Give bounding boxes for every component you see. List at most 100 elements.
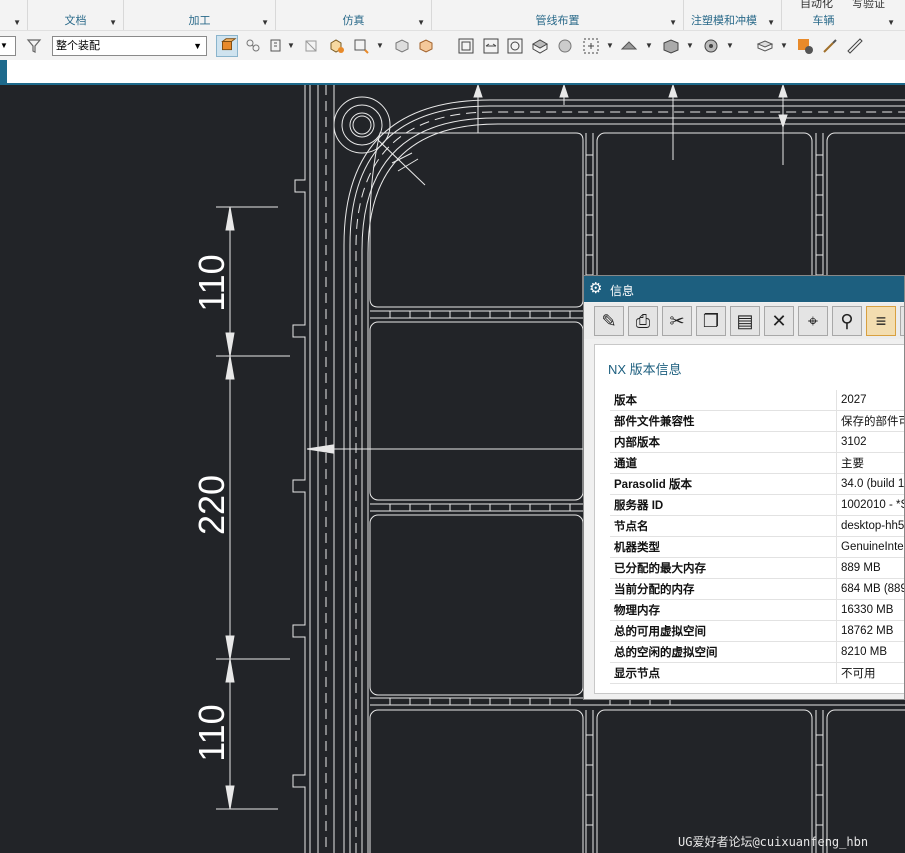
wrap-icon[interactable]: ≡ (866, 306, 896, 336)
chevron-down-icon[interactable]: ▼ (109, 18, 117, 27)
section-view-icon[interactable] (620, 37, 638, 55)
move-component-icon[interactable] (352, 37, 370, 55)
copy-icon[interactable]: ❐ (696, 306, 726, 336)
info-value: GenuineIntel (836, 536, 904, 558)
ribbon-group-vehicle[interactable]: 自动化 写验证 车辆 ▼ (782, 0, 905, 30)
material-icon[interactable] (796, 37, 814, 55)
info-key: 当前分配的内存 (610, 578, 837, 600)
info-value: 1002010 - *S (836, 494, 904, 516)
info-value: 8210 MB (836, 641, 904, 663)
filter-icon[interactable] (26, 37, 44, 55)
info-key: Parasolid 版本 (610, 473, 837, 495)
cavity-outline (369, 321, 584, 501)
info-key: 版本 (610, 390, 837, 411)
info-content[interactable]: NX 版本信息 版本 2027 部件文件兼容性 保存的部件可 内部版本 3102 通道 主要 P… (594, 344, 904, 694)
cut-icon[interactable]: ✂ (662, 306, 692, 336)
layer-icon[interactable] (662, 37, 680, 55)
wireframe-box-icon[interactable] (417, 37, 435, 55)
paste-icon[interactable]: ▤ (730, 306, 760, 336)
rotate-icon[interactable] (506, 37, 524, 55)
ribbon-top-label[interactable]: 自动化 (800, 0, 833, 11)
chevron-down-icon[interactable]: ▼ (261, 18, 269, 27)
chevron-down-icon[interactable]: ▼ (13, 18, 21, 27)
info-value: 2027 (836, 390, 904, 411)
cavity-outline (826, 709, 905, 853)
more-tools-icon[interactable] (900, 306, 904, 336)
info-key: 总的空闲的虚拟空间 (610, 641, 837, 663)
info-window-titlebar[interactable]: ⚙ 信息 (584, 276, 904, 302)
show-hide-icon[interactable] (302, 37, 320, 55)
brush-icon[interactable] (821, 37, 839, 55)
ribbon-group-document[interactable]: 文档 ▼ (28, 0, 124, 30)
corner-hole (341, 104, 383, 146)
dimension-value: 110 (191, 254, 232, 311)
ribbon-group-label: 仿真 (342, 15, 365, 27)
view-orientation-icon[interactable] (531, 37, 549, 55)
part-navigator-icon[interactable] (756, 37, 774, 55)
ribbon-group-label: 车辆 (812, 15, 835, 27)
assembly-scope-select[interactable]: 整个装配 ▼ (52, 36, 207, 56)
info-row: 机器类型 GenuineIntel (610, 536, 904, 558)
assembly-scope-value: 整个装配 (56, 40, 100, 52)
chevron-down-icon[interactable]: ▼ (287, 41, 295, 50)
info-window-title: 信息 (610, 284, 635, 298)
crosshair-icon[interactable]: ⌖ (798, 306, 828, 336)
active-tab-marker[interactable] (0, 60, 7, 83)
render-style-icon[interactable] (556, 37, 574, 55)
save-icon[interactable]: ✎ (594, 306, 624, 336)
info-value: 889 MB (836, 557, 904, 579)
info-key: 已分配的最大内存 (610, 557, 837, 579)
ribbon-group-routing[interactable]: 管线布置 ▼ (432, 0, 684, 30)
ribbon-group-label: 管线布置 (535, 15, 580, 27)
ribbon-group-label: 加工 (188, 15, 211, 27)
delete-icon[interactable]: ✕ (764, 306, 794, 336)
plate-edge (292, 85, 306, 853)
info-value: 34.0 (build 1 (836, 473, 904, 495)
info-key: 部件文件兼容性 (610, 410, 837, 432)
ribbon: ▼ 文档 ▼ 加工 ▼ 仿真 ▼ 管线布置 ▼ 注塑模和冲模 ▼ 自动化 写验证… (0, 0, 905, 30)
chevron-down-icon: ▼ (193, 41, 202, 51)
print-icon[interactable]: ⎙ (628, 306, 658, 336)
rib-ticks (370, 310, 583, 319)
info-value: 18762 MB (836, 620, 904, 642)
chevron-down-icon[interactable]: ▼ (645, 41, 653, 50)
info-row: 物理内存 16330 MB (610, 599, 904, 621)
ribbon-group-simulation[interactable]: 仿真 ▼ (276, 0, 432, 30)
dimension-arrow (477, 85, 784, 165)
snap-icon[interactable] (268, 37, 286, 55)
chevron-down-icon[interactable]: ▼ (780, 41, 788, 50)
rib-ticks (585, 710, 824, 853)
info-key: 服务器 ID (610, 494, 837, 516)
chevron-down-icon[interactable]: ▼ (686, 41, 694, 50)
visibility-icon[interactable] (702, 37, 720, 55)
chevron-down-icon[interactable]: ▼ (606, 41, 614, 50)
find-icon[interactable]: ⚲ (832, 306, 862, 336)
chevron-down-icon[interactable]: ▼ (726, 41, 734, 50)
ruler-icon[interactable] (846, 37, 864, 55)
chevron-down-icon[interactable]: ▼ (417, 18, 425, 27)
cavity-outline (369, 132, 584, 308)
zoom-area-icon[interactable] (582, 37, 600, 55)
rib-ticks (370, 503, 583, 512)
add-component-icon[interactable] (328, 37, 346, 55)
ribbon-group-left[interactable]: ▼ (0, 0, 28, 30)
select-component-icon[interactable] (216, 35, 238, 57)
chevron-down-icon[interactable]: ▼ (887, 18, 895, 27)
info-key: 物理内存 (610, 599, 837, 621)
chevron-down-icon[interactable]: ▼ (669, 18, 677, 27)
info-row: 内部版本 3102 (610, 431, 904, 453)
info-key: 机器类型 (610, 536, 837, 558)
info-value: 3102 (836, 431, 904, 453)
info-value: 主要 (836, 452, 904, 474)
type-filter-dropdown[interactable]: ▼ (0, 36, 16, 56)
ribbon-top-label[interactable]: 写验证 (852, 0, 885, 11)
selection-priority-icon[interactable] (244, 37, 262, 55)
chevron-down-icon[interactable]: ▼ (376, 41, 384, 50)
info-window[interactable]: ⚙ 信息 ✎ ⎙ ✂ ❐ ▤ ✕ ⌖ ⚲ ≡ NX 版本信息 版本 2027 部件文… (583, 275, 905, 700)
pan-icon[interactable] (482, 37, 500, 55)
info-row: Parasolid 版本 34.0 (build 1 (610, 473, 904, 495)
ribbon-group-machining[interactable]: 加工 ▼ (124, 0, 276, 30)
info-key: 显示节点 (610, 662, 837, 684)
shaded-box-icon[interactable] (393, 37, 411, 55)
fit-view-icon[interactable] (457, 37, 475, 55)
